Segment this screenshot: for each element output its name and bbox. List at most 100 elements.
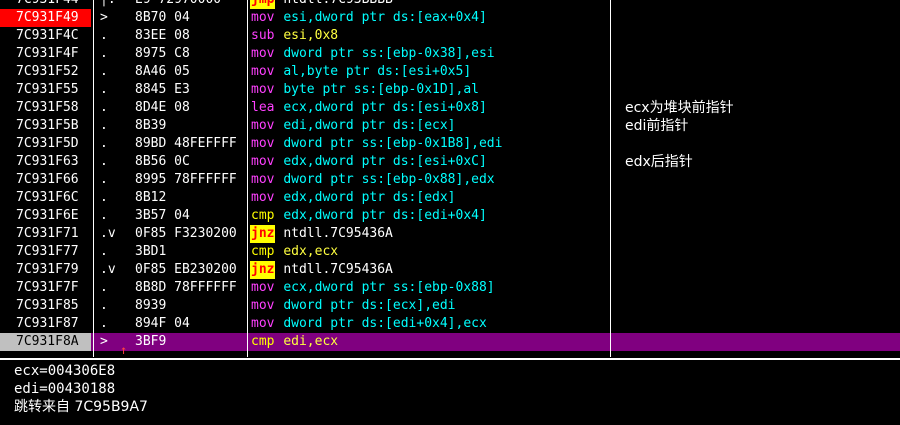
instruction-row[interactable]: 7C931F87. 894F 04 mov dword ptr ds:[edi+0x… <box>0 315 900 333</box>
hex-bytes-cell[interactable]: E9 72970000 <box>135 0 247 9</box>
comment-cell[interactable] <box>625 333 900 351</box>
address-cell[interactable]: 7C931F6E <box>0 207 91 225</box>
comment-cell[interactable] <box>625 261 900 279</box>
address-cell[interactable]: 7C931F8A <box>0 333 91 351</box>
address-cell[interactable]: 7C931F58 <box>0 99 91 117</box>
comment-cell[interactable] <box>625 171 900 189</box>
disassembly-cell[interactable]: mov al,byte ptr ds:[esi+0x5] <box>250 63 608 81</box>
disassembly-cell[interactable]: cmp edx,dword ptr ds:[edi+0x4] <box>250 207 608 225</box>
hex-bytes-cell[interactable]: 8B39 <box>135 117 247 135</box>
comment-cell[interactable]: edx后指针 <box>625 153 900 171</box>
comment-cell[interactable] <box>625 297 900 315</box>
comment-cell[interactable]: ecx为堆块前指针 <box>625 99 900 117</box>
disassembly-cell[interactable]: mov dword ptr ss:[ebp-0x88],edx <box>250 171 608 189</box>
address-cell[interactable]: 7C931F7F <box>0 279 91 297</box>
comment-cell[interactable] <box>625 63 900 81</box>
disassembly-cell[interactable]: jnz ntdll.7C95436A <box>250 225 608 243</box>
address-cell[interactable]: 7C931F71 <box>0 225 91 243</box>
hex-bytes-cell[interactable]: 3B57 04 <box>135 207 247 225</box>
instruction-row[interactable]: 7C931F5B. 8B39 mov edi,dword ptr ds:[ecx] e… <box>0 117 900 135</box>
disassembly-cell[interactable]: jmp ntdll.7C93BBBB <box>250 0 608 9</box>
address-cell[interactable]: 7C931F87 <box>0 315 91 333</box>
selected-instruction-row[interactable]: 7C931F8A >3BF9 cmp edi,ecx <box>0 333 900 351</box>
instruction-row[interactable]: 7C931F79 .v 0F85 EB230200 jnz ntdll.7C95436… <box>0 261 900 279</box>
address-cell[interactable]: 7C931F63 <box>0 153 91 171</box>
hex-bytes-cell[interactable]: 0F85 EB230200 <box>135 261 247 279</box>
hex-bytes-cell[interactable]: 3BD1 <box>135 243 247 261</box>
instruction-row[interactable]: 7C931F77. 3BD1 cmp edx,ecx <box>0 243 900 261</box>
instruction-row[interactable]: 7C931F5D. 89BD 48FEFFFF mov dword ptr ss:[… <box>0 135 900 153</box>
hex-bytes-cell[interactable]: 8939 <box>135 297 247 315</box>
disassembly-cell[interactable]: mov edi,dword ptr ds:[ecx] <box>250 117 608 135</box>
address-cell[interactable]: 7C931F55 <box>0 81 91 99</box>
comment-cell[interactable] <box>625 279 900 297</box>
address-cell[interactable]: 7C931F79 <box>0 261 91 279</box>
disassembly-cell[interactable]: lea ecx,dword ptr ds:[esi+0x8] <box>250 99 608 117</box>
hex-bytes-cell[interactable]: 894F 04 <box>135 315 247 333</box>
disassembly-cell[interactable]: mov dword ptr ds:[edi+0x4],ecx <box>250 315 608 333</box>
disassembly-cell[interactable]: mov edx,dword ptr ds:[esi+0xC] <box>250 153 608 171</box>
comment-cell[interactable] <box>625 81 900 99</box>
instruction-row[interactable]: 7C931F6C. 8B12 mov edx,dword ptr ds:[edx] <box>0 189 900 207</box>
disassembly-cell[interactable]: mov edx,dword ptr ds:[edx] <box>250 189 608 207</box>
disassembly-pane[interactable]: 7C931F44│.E9 72970000jmp ntdll.7C93BBBB7… <box>0 0 900 357</box>
disassembly-cell[interactable]: mov esi,dword ptr ds:[eax+0x4] <box>250 9 608 27</box>
hex-bytes-cell[interactable]: 3BF9 <box>135 333 247 351</box>
comment-cell[interactable] <box>625 225 900 243</box>
disassembly-cell[interactable]: sub esi,0x8 <box>250 27 608 45</box>
disassembly-cell[interactable]: cmp edx,ecx <box>250 243 608 261</box>
address-cell[interactable]: 7C931F5B <box>0 117 91 135</box>
instruction-row[interactable]: 7C931F44 │. E9 72970000jmp ntdll.7C93BBBB <box>0 0 900 9</box>
address-cell[interactable]: 7C931F44 <box>0 0 91 9</box>
hex-bytes-cell[interactable]: 83EE 08 <box>135 27 247 45</box>
address-cell[interactable]: 7C931F6C <box>0 189 91 207</box>
address-cell[interactable]: 7C931F66 <box>0 171 91 189</box>
disassembly-cell[interactable]: mov dword ptr ss:[ebp-0x38],esi <box>250 45 608 63</box>
hex-bytes-cell[interactable]: 8B8D 78FFFFFF <box>135 279 247 297</box>
hex-bytes-cell[interactable]: 8B12 <box>135 189 247 207</box>
hex-bytes-cell[interactable]: 8B70 04 <box>135 9 247 27</box>
hex-bytes-cell[interactable]: 0F85 F3230200 <box>135 225 247 243</box>
disassembly-cell[interactable]: mov byte ptr ss:[ebp-0x1D],al <box>250 81 608 99</box>
hex-bytes-cell[interactable]: 8845 E3 <box>135 81 247 99</box>
instruction-row[interactable]: 7C931F55. 8845 E3 mov byte ptr ss:[ebp-0x1… <box>0 81 900 99</box>
instruction-row[interactable]: 7C931F7F. 8B8D 78FFFFFF mov ecx,dword ptr … <box>0 279 900 297</box>
comment-cell[interactable] <box>625 207 900 225</box>
comment-cell[interactable] <box>625 243 900 261</box>
hex-bytes-cell[interactable]: 8D4E 08 <box>135 99 247 117</box>
instruction-row[interactable]: 7C931F49 >8B70 04 mov esi,dword ptr ds:[ea… <box>0 9 900 27</box>
disassembly-cell[interactable]: jnz ntdll.7C95436A <box>250 261 608 279</box>
address-cell[interactable]: 7C931F77 <box>0 243 91 261</box>
disassembly-cell[interactable]: mov dword ptr ds:[ecx],edi <box>250 297 608 315</box>
comment-cell[interactable] <box>625 45 900 63</box>
instruction-row[interactable]: 7C931F85. 8939 mov dword ptr ds:[ecx],edi <box>0 297 900 315</box>
address-cell[interactable]: 7C931F5D <box>0 135 91 153</box>
instruction-row[interactable]: 7C931F4F. 8975 C8 mov dword ptr ss:[ebp-0x… <box>0 45 900 63</box>
disassembly-cell[interactable]: mov ecx,dword ptr ss:[ebp-0x88] <box>250 279 608 297</box>
comment-cell[interactable] <box>625 9 900 27</box>
address-cell[interactable]: 7C931F52 <box>0 63 91 81</box>
comment-cell[interactable]: edi前指针 <box>625 117 900 135</box>
instruction-row[interactable]: 7C931F52. 8A46 05 mov al,byte ptr ds:[esi+… <box>0 63 900 81</box>
hex-bytes-cell[interactable]: 8995 78FFFFFF <box>135 171 247 189</box>
instruction-row[interactable]: 7C931F66. 8995 78FFFFFF mov dword ptr ss:[… <box>0 171 900 189</box>
instruction-row[interactable]: 7C931F63. 8B56 0C mov edx,dword ptr ds:[es… <box>0 153 900 171</box>
comment-cell[interactable] <box>625 135 900 153</box>
disassembly-cell[interactable]: cmp edi,ecx <box>250 333 608 351</box>
comment-cell[interactable] <box>625 315 900 333</box>
comment-cell[interactable] <box>625 27 900 45</box>
hex-bytes-cell[interactable]: 8B56 0C <box>135 153 247 171</box>
instruction-row[interactable]: 7C931F58. 8D4E 08 lea ecx,dword ptr ds:[es… <box>0 99 900 117</box>
hex-bytes-cell[interactable]: 8A46 05 <box>135 63 247 81</box>
address-cell[interactable]: 7C931F4C <box>0 27 91 45</box>
disassembly-cell[interactable]: mov dword ptr ss:[ebp-0x1B8],edi <box>250 135 608 153</box>
comment-cell[interactable] <box>625 0 900 9</box>
hex-bytes-cell[interactable]: 8975 C8 <box>135 45 247 63</box>
address-cell[interactable]: 7C931F4F <box>0 45 91 63</box>
instruction-row[interactable]: 7C931F6E. 3B57 04 cmp edx,dword ptr ds:[ed… <box>0 207 900 225</box>
address-cell[interactable]: 7C931F85 <box>0 297 91 315</box>
hex-bytes-cell[interactable]: 89BD 48FEFFFF <box>135 135 247 153</box>
comment-cell[interactable] <box>625 189 900 207</box>
instruction-row[interactable]: 7C931F4C. 83EE 08 sub esi,0x8 <box>0 27 900 45</box>
instruction-row[interactable]: 7C931F71 .v 0F85 F3230200 jnz ntdll.7C95436… <box>0 225 900 243</box>
